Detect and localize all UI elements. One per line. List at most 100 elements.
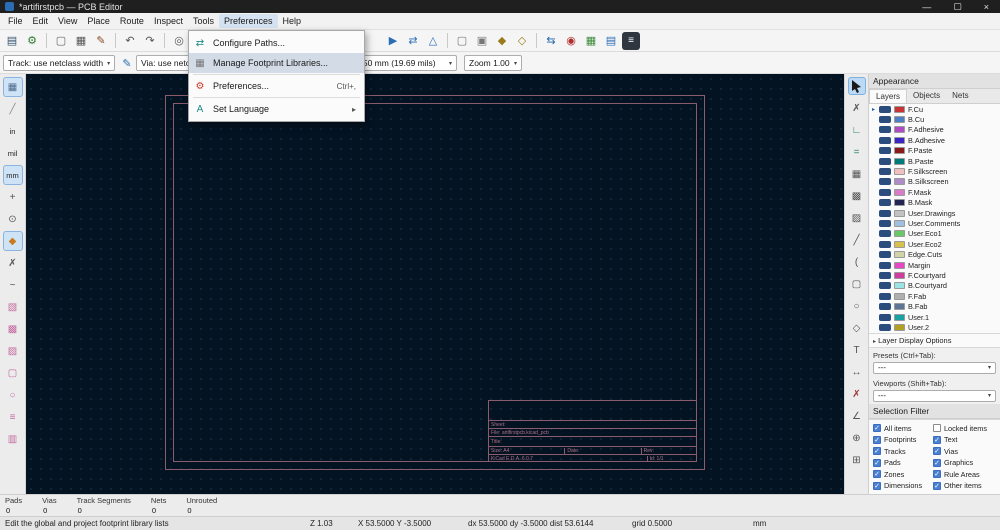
layer-color-swatch[interactable] [894, 147, 905, 155]
track-display-icon[interactable]: ≡ [3, 407, 23, 427]
visibility-eye-icon[interactable] [879, 282, 891, 290]
visibility-eye-icon[interactable] [879, 261, 891, 269]
layer-row-margin[interactable]: Margin [869, 260, 1000, 270]
tab-layers[interactable]: Layers [869, 89, 908, 103]
layer-row-b-silkscreen[interactable]: B.Silkscreen [869, 177, 1000, 187]
layer-color-swatch[interactable] [894, 261, 905, 269]
layer-color-swatch[interactable] [894, 126, 905, 134]
draw-arc-icon[interactable]: ( [848, 253, 866, 271]
draw-zone-icon[interactable]: ▩ [848, 187, 866, 205]
layer-color-swatch[interactable] [894, 105, 905, 113]
scripting-console-icon[interactable]: ≡ [622, 31, 640, 50]
filter-vias[interactable]: ✓ Vias [933, 446, 996, 457]
menu-file[interactable]: File [3, 14, 28, 28]
show-ratsnest-icon[interactable]: △ [424, 32, 442, 50]
menu-inspect[interactable]: Inspect [149, 14, 188, 28]
route-tracks-icon[interactable]: ∟ [848, 121, 866, 139]
selection-mode-icon[interactable]: ▢ [453, 32, 471, 50]
filter-rule-areas[interactable]: ✓ Rule Areas [933, 469, 996, 480]
visibility-eye-icon[interactable] [879, 105, 891, 113]
visibility-eye-icon[interactable] [879, 168, 891, 176]
layer-color-swatch[interactable] [894, 199, 905, 207]
layer-row-f-adhesive[interactable]: F.Adhesive [869, 125, 1000, 135]
viewports-dropdown[interactable]: --- ▾ [873, 389, 996, 402]
filter-tracks[interactable]: ✓ Tracks [873, 446, 931, 457]
visibility-eye-icon[interactable] [879, 116, 891, 124]
filter-locked-items[interactable]: Locked items [933, 423, 996, 434]
layer-color-swatch[interactable] [894, 188, 905, 196]
layer-row-b-mask[interactable]: B.Mask [869, 198, 1000, 208]
visibility-eye-icon[interactable] [879, 303, 891, 311]
drc-icon[interactable]: ◉ [562, 32, 580, 50]
find-icon[interactable]: ◎ [170, 32, 188, 50]
magnetic-snap-icon[interactable]: ◆ [2, 231, 23, 251]
undo-icon[interactable]: ↶ [121, 32, 139, 50]
delete-tool-icon[interactable]: ✗ [848, 385, 866, 403]
layer-row-user-1[interactable]: User.1 [869, 312, 1000, 322]
flip-board-view-icon[interactable]: ▶ [384, 32, 402, 50]
draw-polygon-icon[interactable]: ◇ [848, 319, 866, 337]
menu-help[interactable]: Help [278, 14, 307, 28]
layer-color-swatch[interactable] [894, 116, 905, 124]
cursor-shape-icon[interactable]: + [3, 187, 23, 207]
visibility-eye-icon[interactable] [879, 219, 891, 227]
layer-row-b-adhesive[interactable]: B.Adhesive [869, 135, 1000, 145]
rule-area-icon[interactable]: ▨ [848, 209, 866, 227]
grid-mode-icon[interactable]: ▣ [473, 32, 491, 50]
edit-predefined-sizes-icon[interactable]: ✎ [118, 54, 136, 72]
local-ratsnest-icon[interactable]: ✗ [848, 99, 866, 117]
menu-view[interactable]: View [53, 14, 82, 28]
layer-row-f-mask[interactable]: F.Mask [869, 187, 1000, 197]
print-icon[interactable]: ▦ [72, 32, 90, 50]
layer-row-user-eco2[interactable]: User.Eco2 [869, 239, 1000, 249]
pad-display-icon[interactable]: ▢ [3, 363, 23, 383]
layer-color-swatch[interactable] [894, 219, 905, 227]
menu-place[interactable]: Place [82, 14, 115, 28]
layer-row-user-eco1[interactable]: User.Eco1 [869, 229, 1000, 239]
layer-color-swatch[interactable] [894, 323, 905, 331]
via-display-icon[interactable]: ○ [3, 385, 23, 405]
net-highlight-icon[interactable]: ▧ [3, 297, 23, 317]
layer-row-f-courtyard[interactable]: F.Courtyard [869, 270, 1000, 280]
measure-tool-icon[interactable]: ∠ [848, 407, 866, 425]
layer-color-swatch[interactable] [894, 271, 905, 279]
visibility-eye-icon[interactable] [879, 240, 891, 248]
tab-nets[interactable]: Nets [946, 89, 974, 103]
layer-color-swatch[interactable] [894, 168, 905, 176]
visibility-eye-icon[interactable] [879, 209, 891, 217]
layer-row-f-silkscreen[interactable]: F.Silkscreen [869, 166, 1000, 176]
grid-origin-icon[interactable]: ⊞ [848, 451, 866, 469]
visibility-eye-icon[interactable] [879, 251, 891, 259]
save-icon[interactable]: ▤ [3, 32, 21, 50]
filter-text[interactable]: ✓ Text [933, 435, 996, 446]
board-setup-icon[interactable]: ⚙ [23, 32, 41, 50]
layer-row-user-comments[interactable]: User.Comments [869, 218, 1000, 228]
menu-preferences[interactable]: Preferences [218, 14, 278, 28]
filter-footprints[interactable]: ✓ Footprints [873, 435, 931, 446]
layer-color-swatch[interactable] [894, 230, 905, 238]
layer-row-b-paste[interactable]: B.Paste [869, 156, 1000, 166]
redo-icon[interactable]: ↷ [141, 32, 159, 50]
visibility-eye-icon[interactable] [879, 126, 891, 134]
place-footprint-icon[interactable]: ▦ [848, 165, 866, 183]
mirror-view-icon[interactable]: ⇄ [404, 32, 422, 50]
filter-zones[interactable]: ✓ Zones [873, 469, 931, 480]
track-width-dropdown[interactable]: Track: use netclass width ▾ [3, 55, 115, 71]
visibility-eye-icon[interactable] [879, 188, 891, 196]
minimize-button[interactable]: — [922, 2, 931, 12]
units-mils-icon[interactable]: mil [3, 143, 23, 163]
layer-color-swatch[interactable] [894, 209, 905, 217]
menu-item-preferences[interactable]: ⚙ Preferences... Ctrl+, [189, 76, 364, 96]
layer-row-b-cu[interactable]: B.Cu [869, 114, 1000, 124]
layer-row-f-cu[interactable]: ▸ F.Cu [869, 104, 1000, 114]
layer-color-swatch[interactable] [894, 136, 905, 144]
lock-icon[interactable]: ◆ [493, 32, 511, 50]
layer-row-edge-cuts[interactable]: Edge.Cuts [869, 249, 1000, 259]
visibility-eye-icon[interactable] [879, 323, 891, 331]
page-settings-icon[interactable]: ▢ [52, 32, 70, 50]
unlock-icon[interactable]: ◇ [513, 32, 531, 50]
filter-dimensions[interactable]: ✓ Dimensions [873, 481, 931, 492]
filter-other-items[interactable]: ✓ Other items [933, 481, 996, 492]
layer-row-f-paste[interactable]: F.Paste [869, 146, 1000, 156]
menu-item-manage-footprint-libraries[interactable]: ▦ Manage Footprint Libraries... [189, 53, 364, 73]
